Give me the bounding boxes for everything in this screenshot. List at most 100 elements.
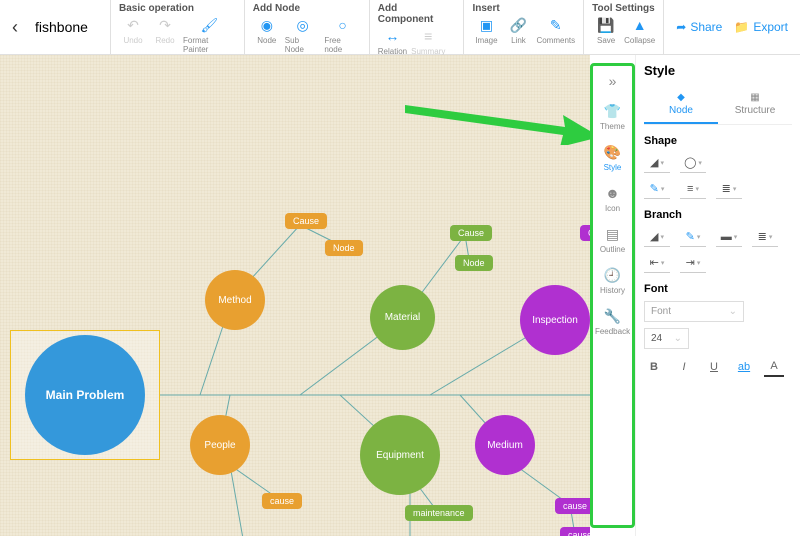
tab-node[interactable]: ◆Node <box>644 86 718 124</box>
branch-width-control[interactable]: ≣▾ <box>752 227 778 247</box>
node-material[interactable]: Material <box>370 285 435 350</box>
chevron-down-icon: ⌄ <box>729 306 737 317</box>
panel-tabs: ◆Node ▦Structure <box>644 86 792 125</box>
node-button[interactable]: ◉Node <box>253 16 281 54</box>
save-button[interactable]: 💾Save <box>592 16 620 45</box>
fill-color-control[interactable]: ◢▾ <box>644 153 670 173</box>
relation-button[interactable]: ↔Relation <box>378 27 407 56</box>
italic-button[interactable]: I <box>674 357 694 377</box>
border-color-control[interactable]: ✎▾ <box>644 179 670 199</box>
tag-inspection-ca[interactable]: Ca <box>580 225 590 241</box>
branch-color-control[interactable]: ✎▾ <box>680 227 706 247</box>
bold-button[interactable]: B <box>644 357 664 377</box>
summary-button[interactable]: ≡Summary <box>411 27 445 56</box>
tag-method-cause[interactable]: Cause <box>285 213 327 229</box>
document-title: fishbone <box>30 0 110 54</box>
comments-icon: ✎ <box>547 16 565 34</box>
topbar: ‹ fishbone Basic operation ↶ Undo ↷ Redo… <box>0 0 800 55</box>
tag-method-node[interactable]: Node <box>325 240 363 256</box>
strip-history[interactable]: 🕘History <box>593 260 632 301</box>
theme-icon: 👕 <box>604 102 622 120</box>
tag-equip-maint[interactable]: maintenance <box>405 505 473 521</box>
face-icon: ☻ <box>604 184 622 202</box>
sub-node-button[interactable]: ◎Sub Node <box>285 16 321 54</box>
group-add-node-title: Add Node <box>253 3 361 14</box>
chevron-down-icon: ⌄ <box>674 333 682 344</box>
tag-medium-cause[interactable]: cause <box>555 498 590 514</box>
node-medium[interactable]: Medium <box>475 415 535 475</box>
pen-icon: ✎ <box>650 182 659 195</box>
export-button[interactable]: 📁Export <box>734 20 788 34</box>
strip-outline[interactable]: ▤Outline <box>593 219 632 260</box>
link-button[interactable]: 🔗Link <box>504 16 532 45</box>
collapse-button[interactable]: ▲Collapse <box>624 16 655 45</box>
strip-icon-btn[interactable]: ☻Icon <box>593 178 632 219</box>
shape-control[interactable]: ◯▾ <box>680 153 706 173</box>
strip-collapse[interactable]: » <box>593 66 632 96</box>
main-area: Main Problem Method Material Inspection … <box>0 55 800 536</box>
strip-feedback[interactable]: 🔧Feedback <box>593 301 632 342</box>
group-tool-settings: Tool Settings 💾Save ▲Collapse <box>583 0 663 54</box>
branch-width-icon: ≣ <box>758 230 767 243</box>
undo-button[interactable]: ↶ Undo <box>119 16 147 54</box>
main-problem-node[interactable]: Main Problem <box>25 335 145 455</box>
group-basic-title: Basic operation <box>119 3 236 14</box>
tab-structure[interactable]: ▦Structure <box>718 86 792 124</box>
toolbar: Basic operation ↶ Undo ↷ Redo 🖌 Format P… <box>110 0 663 54</box>
history-icon: 🕘 <box>604 266 622 284</box>
arrow-annotation <box>405 85 590 145</box>
branch-arrow-left[interactable]: ⇤▾ <box>644 253 670 273</box>
strip-style[interactable]: 🎨Style <box>593 137 632 178</box>
branch-style-control[interactable]: ▬▾ <box>716 227 742 247</box>
panel-title: Style <box>644 63 792 78</box>
branch-arrow-right[interactable]: ⇥▾ <box>680 253 706 273</box>
arrow-right-icon: ⇥ <box>686 256 695 269</box>
branch-fill-icon: ◢ <box>650 230 658 243</box>
group-insert-title: Insert <box>472 3 575 14</box>
font-family-select[interactable]: Font⌄ <box>644 301 744 322</box>
free-node-button[interactable]: ○Free node <box>324 16 360 54</box>
style-panel: Style ◆Node ▦Structure Shape ◢▾ ◯▾ ✎▾ ≡▾… <box>635 55 800 536</box>
outline-icon: ▤ <box>604 225 622 243</box>
underline-button[interactable]: U <box>704 357 724 377</box>
node-people[interactable]: People <box>190 415 250 475</box>
format-painter-button[interactable]: 🖌 Format Painter <box>183 16 236 54</box>
shape-icon: ◯ <box>684 156 696 169</box>
border-width-control[interactable]: ≣▾ <box>716 179 742 199</box>
chevron-right-icon: » <box>604 72 622 90</box>
diagram-canvas[interactable]: Main Problem Method Material Inspection … <box>0 55 590 536</box>
comments-button[interactable]: ✎Comments <box>536 16 575 45</box>
main-node-selection[interactable]: Main Problem <box>10 330 160 460</box>
link-icon: 🔗 <box>509 16 527 34</box>
section-branch: Branch <box>644 209 792 221</box>
tag-medium-cause2[interactable]: cause <box>560 527 590 536</box>
group-add-node: Add Node ◉Node ◎Sub Node ○Free node <box>244 0 369 54</box>
tag-material-node[interactable]: Node <box>455 255 493 271</box>
branch-line-icon: ▬ <box>721 231 732 243</box>
tag-material-cause[interactable]: Cause <box>450 225 492 241</box>
free-node-icon: ○ <box>334 16 352 34</box>
side-strip: » 👕Theme 🎨Style ☻Icon ▤Outline 🕘History … <box>590 63 635 528</box>
format-painter-icon: 🖌 <box>200 16 218 34</box>
top-right-actions: ➦Share 📁Export <box>663 0 800 54</box>
back-button[interactable]: ‹ <box>0 0 30 54</box>
export-icon: 📁 <box>734 20 749 34</box>
group-insert: Insert ▣Image 🔗Link ✎Comments <box>463 0 583 54</box>
border-style-control[interactable]: ≡▾ <box>680 179 706 199</box>
tag-people-cause[interactable]: cause <box>262 493 302 509</box>
branch-pen-icon: ✎ <box>686 230 695 243</box>
node-inspection[interactable]: Inspection <box>520 285 590 355</box>
line-icon: ≡ <box>687 183 693 195</box>
branch-fill-control[interactable]: ◢▾ <box>644 227 670 247</box>
strip-theme[interactable]: 👕Theme <box>593 96 632 137</box>
image-button[interactable]: ▣Image <box>472 16 500 45</box>
node-icon: ◉ <box>258 16 276 34</box>
sub-node-icon: ◎ <box>294 16 312 34</box>
text-color-button[interactable]: ab <box>734 357 754 377</box>
redo-button[interactable]: ↷ Redo <box>151 16 179 54</box>
node-equipment[interactable]: Equipment <box>360 415 440 495</box>
node-method[interactable]: Method <box>205 270 265 330</box>
font-size-select[interactable]: 24⌄ <box>644 328 689 349</box>
text-fill-button[interactable]: A <box>764 357 784 377</box>
share-button[interactable]: ➦Share <box>676 20 722 34</box>
